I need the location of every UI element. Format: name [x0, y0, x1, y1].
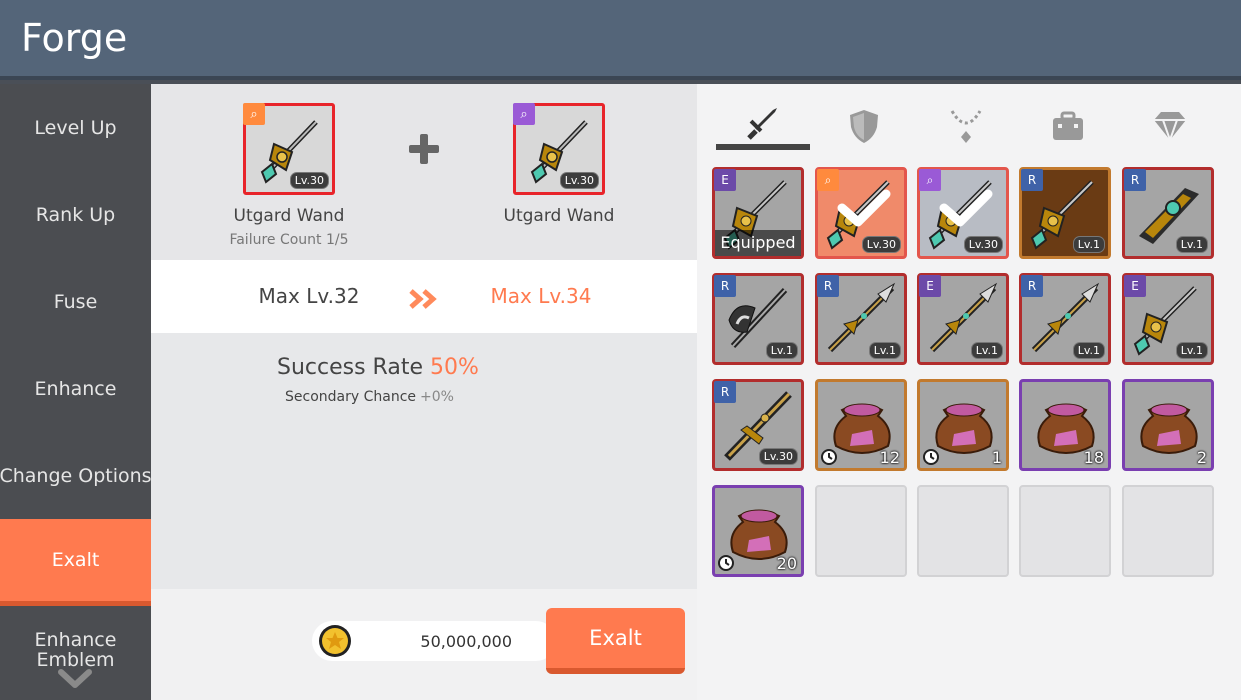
clock-icon	[821, 449, 837, 465]
rank-badge: E	[919, 275, 941, 297]
level-badge: Lv.30	[861, 236, 901, 253]
sidebar-item-rank-up[interactable]: Rank Up	[0, 171, 151, 258]
inventory-slot[interactable]: R Lv.1	[712, 273, 804, 365]
clock-icon	[923, 449, 939, 465]
max-level-row: Max Lv.32 Max Lv.34	[151, 260, 697, 333]
level-badge: Lv.1	[1175, 236, 1208, 253]
level-badge: Lv.30	[289, 172, 329, 189]
rank-badge: R	[714, 275, 736, 297]
tab-gems[interactable]	[1123, 102, 1217, 150]
level-badge: Lv.30	[559, 172, 599, 189]
rank-badge: R	[817, 275, 839, 297]
inventory-slot[interactable]: 18	[1019, 379, 1111, 471]
failure-count: Failure Count 1/5	[229, 232, 349, 248]
checkmark-icon	[939, 189, 993, 227]
inventory-slot[interactable]: R Lv.1	[1019, 273, 1111, 365]
equipped-label: Equipped	[715, 230, 801, 256]
material-slot-right[interactable]: ⌕ Lv.30	[513, 103, 605, 195]
cost-display: 50,000,000	[312, 621, 556, 661]
inventory-slot-empty[interactable]	[1122, 485, 1214, 577]
item-count: 1	[991, 448, 1002, 467]
max-level-current: Max Lv.32	[258, 284, 360, 308]
inventory-slot[interactable]: ⌕ Lv.30	[815, 167, 907, 259]
sidebar-item-change-options[interactable]: Change Options	[0, 432, 152, 519]
inventory-slot[interactable]: R Lv.30	[712, 379, 804, 471]
shield-icon	[850, 110, 878, 143]
gold-coin-icon	[319, 625, 351, 657]
secondary-chance-label: Secondary Chance	[285, 389, 417, 405]
inventory-slot[interactable]: E Equipped	[712, 167, 804, 259]
double-chevron-right-icon	[409, 289, 437, 309]
rank-badge: R	[714, 381, 736, 403]
inventory-slot[interactable]: 12	[815, 379, 907, 471]
inventory-slot[interactable]: R Lv.1	[1122, 167, 1214, 259]
level-badge: Lv.1	[1072, 342, 1105, 359]
level-badge: Lv.30	[758, 448, 798, 465]
exalt-button[interactable]: Exalt	[546, 608, 685, 674]
search-icon: ⌕	[513, 103, 535, 125]
chevron-down-icon[interactable]	[58, 668, 92, 690]
inventory-slot[interactable]: ⌕ Lv.30	[917, 167, 1009, 259]
inventory-slot[interactable]: 2	[1122, 379, 1214, 471]
level-badge: Lv.1	[868, 342, 901, 359]
plus-icon	[409, 134, 439, 164]
rank-badge: R	[1021, 169, 1043, 191]
tab-items[interactable]	[1021, 102, 1115, 150]
inventory-slot[interactable]: E Lv.1	[917, 273, 1009, 365]
diamond-icon	[1154, 112, 1186, 143]
item-count: 12	[879, 448, 900, 467]
inventory-slot-empty[interactable]	[917, 485, 1009, 577]
rank-badge: E	[1124, 275, 1146, 297]
level-badge: Lv.1	[970, 342, 1003, 359]
material-slot-left[interactable]: ⌕ Lv.30	[243, 103, 335, 195]
sidebar-item-level-up[interactable]: Level Up	[0, 84, 151, 171]
clock-icon	[718, 555, 734, 571]
item-count: 18	[1083, 448, 1104, 467]
success-rate-label: Success Rate	[277, 355, 423, 380]
sidebar-item-exalt[interactable]: Exalt	[0, 519, 151, 606]
rank-badge: E	[714, 169, 736, 191]
inventory-slot[interactable]: 20	[712, 485, 804, 577]
rank-badge: R	[1124, 169, 1146, 191]
material-area: ⌕ Lv.30 Utgard Wand Failure Count 1/5 ⌕ …	[151, 84, 697, 260]
tab-armor[interactable]	[817, 102, 911, 150]
max-level-next: Max Lv.34	[490, 284, 592, 308]
sidebar: Level Up Rank Up Fuse Enhance Change Opt…	[0, 84, 152, 700]
page-title: Forge	[21, 16, 128, 60]
necklace-icon	[950, 110, 982, 143]
inventory-slot-empty[interactable]	[1019, 485, 1111, 577]
item-count: 20	[776, 554, 797, 573]
inventory-slot[interactable]: 1	[917, 379, 1009, 471]
secondary-chance: Secondary Chance +0%	[285, 389, 454, 405]
cost-value: 50,000,000	[420, 632, 512, 651]
sidebar-item-enhance[interactable]: Enhance	[0, 345, 151, 432]
success-rate-value: 50%	[430, 355, 479, 380]
inventory-slot-empty[interactable]	[815, 485, 907, 577]
briefcase-icon	[1053, 111, 1083, 140]
checkmark-icon	[837, 189, 891, 227]
tab-accessories[interactable]	[919, 102, 1013, 150]
sword-icon	[747, 108, 777, 140]
search-icon: ⌕	[243, 103, 265, 125]
inventory-slot[interactable]: R Lv.1	[815, 273, 907, 365]
level-badge: Lv.1	[1175, 342, 1208, 359]
rank-badge: R	[1021, 275, 1043, 297]
inventory-slot[interactable]: E Lv.1	[1122, 273, 1214, 365]
sidebar-item-fuse[interactable]: Fuse	[0, 258, 151, 345]
tab-weapons[interactable]	[716, 102, 810, 150]
material-name-right: Utgard Wand	[503, 206, 615, 226]
success-rate: Success Rate 50%	[277, 355, 479, 380]
header-bar: Forge	[0, 0, 1241, 80]
level-badge: Lv.1	[1072, 236, 1105, 253]
item-count: 2	[1196, 448, 1207, 467]
level-badge: Lv.30	[963, 236, 1003, 253]
level-badge: Lv.1	[765, 342, 798, 359]
material-name-left: Utgard Wand	[233, 206, 345, 226]
inventory-slot[interactable]: R Lv.1	[1019, 167, 1111, 259]
secondary-chance-value: +0%	[420, 389, 454, 405]
